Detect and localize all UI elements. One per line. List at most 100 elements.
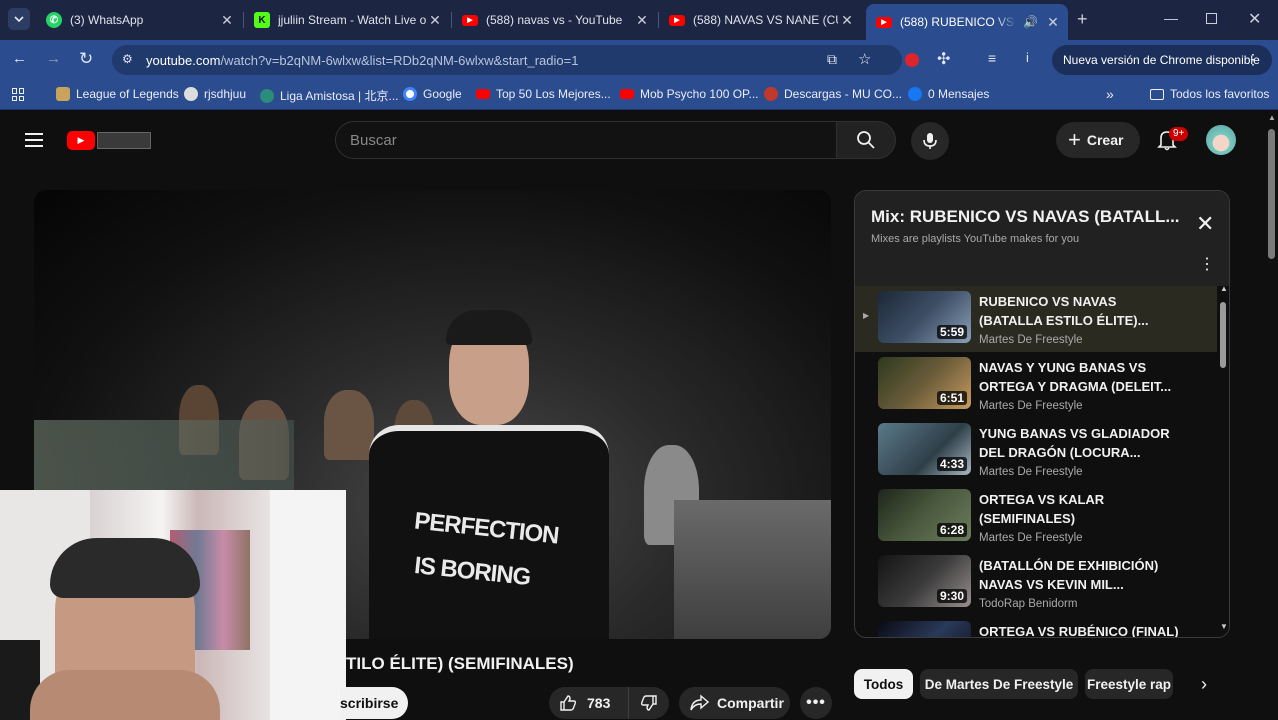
media-control-icon[interactable]: ≡ — [988, 50, 996, 66]
chrome-update-button[interactable]: Nueva versión de Chrome disponible ⋮ — [1052, 45, 1272, 75]
tab-close-icon[interactable]: ✕ — [426, 12, 444, 29]
subscribe-label: scribirse — [340, 695, 399, 711]
tab-close-icon[interactable]: ✕ — [838, 12, 856, 29]
url-host: youtube.com — [146, 52, 221, 68]
chip-freestyle-rap[interactable]: Freestyle rap — [1085, 669, 1173, 699]
playlist-items: ▶ 5:59 RUBENICO VS NAVAS (BATALLA ESTILO É… — [855, 286, 1229, 637]
playlist-item[interactable]: 4:33 YUNG BANAS VS GLADIADOR DEL DRAGÓN (… — [855, 418, 1217, 484]
playlist-item-title[interactable]: RUBENICO VS NAVAS (BATALLA ESTILO ÉLITE)… — [979, 292, 1179, 330]
playlist-item-title[interactable]: ORTEGA VS RUBÉNICO (FINAL) — [979, 622, 1179, 637]
tab-close-icon[interactable]: ✕ — [633, 12, 651, 29]
minimize-window-icon[interactable]: — — [1164, 10, 1178, 26]
tab-youtube-navas-nane[interactable]: ▶ (588) NAVAS VS NANE (CUA ✕ — [659, 6, 862, 34]
playlist-item[interactable]: ORTEGA VS RUBÉNICO (FINAL) — [855, 616, 1217, 637]
playlist-item[interactable]: 9:30 (BATALLÓN DE EXHIBICIÓN) NAVAS VS KE… — [855, 550, 1217, 616]
video-thumbnail[interactable]: 9:30 — [878, 555, 971, 607]
playlist-item[interactable]: ▶ 5:59 RUBENICO VS NAVAS (BATALLA ESTILO É… — [855, 286, 1217, 352]
bookmark-star-icon[interactable]: ☆ — [858, 50, 871, 68]
bookmark-league-of-legends[interactable]: League of Legends — [56, 87, 179, 101]
bookmark-google[interactable]: Google — [403, 87, 462, 101]
create-button[interactable]: + Crear — [1056, 122, 1140, 158]
playlist-item-title[interactable]: (BATALLÓN DE EXHIBICIÓN) NAVAS VS KEVIN … — [979, 556, 1179, 594]
playlist-item-title[interactable]: YUNG BANAS VS GLADIADOR DEL DRAGÓN (LOCU… — [979, 424, 1179, 462]
video-thumbnail[interactable] — [878, 621, 971, 637]
browser-toolbar: ← → ↻ ⚙ youtube.com/watch?v=b2qNM-6wlxw&… — [0, 40, 1278, 80]
bookmark-liga-amistosa[interactable]: Liga Amistosa | 北京... — [260, 87, 399, 104]
video-thumbnail[interactable]: 5:59 — [878, 291, 971, 343]
like-button[interactable]: 783 — [549, 687, 629, 719]
hamburger-menu-icon[interactable] — [25, 133, 43, 147]
chevron-down-icon — [14, 16, 24, 23]
forward-arrow-icon[interactable]: → — [46, 50, 61, 67]
page-scrollbar[interactable]: ▲ — [1265, 111, 1278, 720]
search-button[interactable] — [836, 121, 896, 159]
tab-youtube-navas[interactable]: ▶ (588) navas vs - YouTube ✕ — [452, 6, 657, 34]
close-icon[interactable]: ✕ — [1196, 211, 1214, 237]
share-button[interactable]: Compartir — [679, 687, 790, 719]
bookmark-top-50[interactable]: Top 50 Los Mejores... — [476, 87, 611, 101]
tab-search-button[interactable] — [8, 8, 30, 30]
youtube-logo[interactable]: ▶ — [67, 130, 151, 150]
playlist-subtitle: Mixes are playlists YouTube makes for yo… — [871, 233, 1080, 245]
voice-search-button[interactable] — [911, 122, 949, 160]
more-bookmarks-chevron-icon[interactable]: » — [1106, 86, 1114, 102]
tab-title: (3) WhatsApp — [70, 13, 144, 27]
profile-info-icon[interactable]: i — [1026, 50, 1029, 65]
tab-close-icon[interactable]: ✕ — [218, 12, 236, 29]
playlist-item-channel: Martes De Freestyle — [979, 532, 1083, 544]
extensions-puzzle-icon[interactable]: ✣ — [937, 49, 950, 69]
video-thumbnail[interactable]: 4:33 — [878, 423, 971, 475]
bookmark-mob-psycho[interactable]: Mob Psycho 100 OP... — [620, 87, 759, 101]
kick-icon: K — [254, 12, 270, 28]
new-tab-button[interactable]: + — [1077, 9, 1088, 30]
tab-youtube-rubenico-active[interactable]: ▶ (588) RUBENICO VS NAVAS 🔊 ✕ — [866, 4, 1068, 40]
playlist-item[interactable]: 6:28 ORTEGA VS KALAR (SEMIFINALES) Martes … — [855, 484, 1217, 550]
playlist-menu-icon[interactable]: ⋮ — [1199, 254, 1215, 274]
video-thumbnail[interactable]: 6:51 — [878, 357, 971, 409]
install-app-icon[interactable]: ⧉ — [827, 51, 837, 68]
avatar[interactable] — [1206, 125, 1236, 155]
tab-whatsapp[interactable]: ✆ (3) WhatsApp ✕ — [36, 6, 242, 34]
like-dislike-group: 783 — [549, 687, 669, 719]
chip-all[interactable]: Todos — [854, 669, 913, 699]
playlist-item[interactable]: 6:51 NAVAS Y YUNG BANAS VS ORTEGA Y DRAGM… — [855, 352, 1217, 418]
chip-from-channel[interactable]: De Martes De Freestyle — [920, 669, 1078, 699]
subscribe-button[interactable]: scribirse — [340, 687, 408, 719]
bookmark-facebook[interactable]: 0 Mensajes — [908, 87, 989, 101]
more-actions-button[interactable]: ••• — [800, 687, 832, 719]
youtube-icon: ▶ — [669, 14, 685, 26]
playlist-title[interactable]: Mix: RUBENICO VS NAVAS (BATALL... — [871, 207, 1181, 227]
close-window-icon[interactable]: ✕ — [1248, 9, 1261, 29]
reload-icon[interactable]: ↻ — [79, 49, 93, 69]
chips-next-chevron-icon[interactable]: › — [1201, 674, 1207, 695]
extension-red-icon[interactable] — [905, 53, 919, 67]
tab-close-icon[interactable]: ✕ — [1044, 14, 1062, 31]
video-thumbnail[interactable]: 6:28 — [878, 489, 971, 541]
back-arrow-icon[interactable]: ← — [12, 50, 27, 67]
kebab-menu-icon[interactable]: ⋮ — [1246, 51, 1260, 68]
site-info-icon[interactable]: ⚙ — [122, 52, 133, 66]
playlist-scrollbar[interactable]: ▲ ▼ — [1217, 284, 1229, 637]
address-bar[interactable]: ⚙ youtube.com/watch?v=b2qNM-6wlxw&list=R… — [112, 45, 902, 75]
now-playing-icon: ▶ — [863, 311, 870, 320]
microphone-icon — [923, 133, 937, 149]
apps-grid-icon[interactable] — [12, 88, 25, 101]
bookmark-descargas-mu[interactable]: Descargas - MU CO... — [764, 87, 902, 101]
bookmark-rjsdhjuu[interactable]: rjsdhjuu — [184, 87, 246, 101]
all-bookmarks-folder[interactable]: Todos los favoritos — [1150, 87, 1269, 101]
video-title: TILO ÉLITE) (SEMIFINALES) — [346, 654, 574, 673]
bookmark-label: rjsdhjuu — [204, 87, 247, 101]
duration-badge: 5:59 — [936, 325, 967, 339]
search-input[interactable]: Buscar — [335, 121, 837, 159]
leaf-icon — [260, 88, 274, 103]
youtube-icon — [476, 89, 490, 99]
dislike-button[interactable] — [629, 694, 669, 712]
bookmark-label: Todos los favoritos — [1170, 87, 1270, 101]
tab-kick-stream[interactable]: K jjuliin Stream - Watch Live on ✕ — [244, 6, 450, 34]
playlist-item-channel: Martes De Freestyle — [979, 400, 1083, 412]
playlist-item-title[interactable]: ORTEGA VS KALAR (SEMIFINALES) — [979, 490, 1179, 528]
playlist-item-title[interactable]: NAVAS Y YUNG BANAS VS ORTEGA Y DRAGMA (D… — [979, 358, 1179, 396]
speaker-icon[interactable]: 🔊 — [1023, 15, 1038, 29]
update-label: Nueva versión de Chrome disponible — [1063, 53, 1260, 67]
restore-window-icon[interactable] — [1206, 13, 1217, 24]
